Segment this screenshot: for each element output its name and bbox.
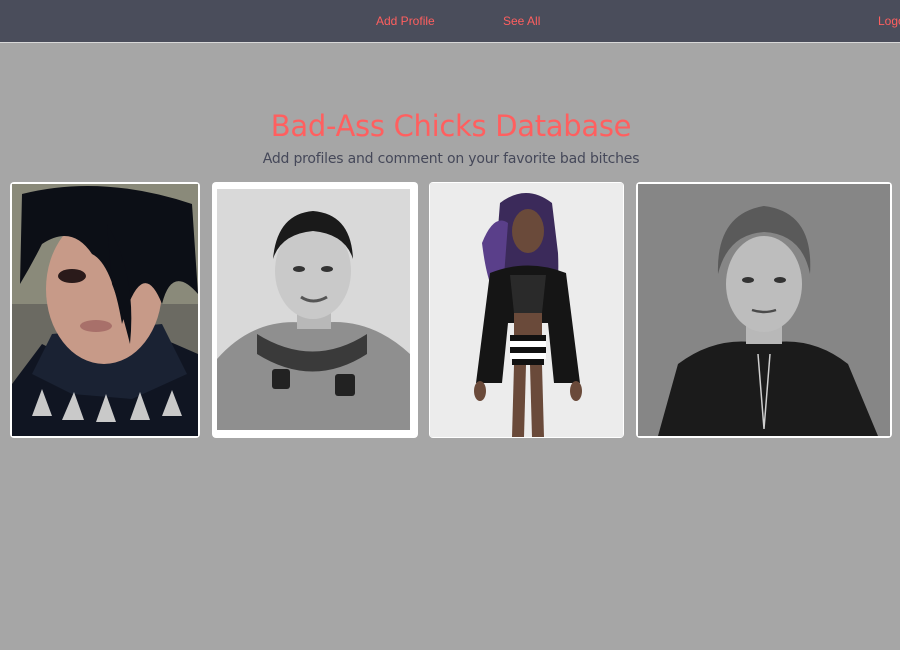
profile-card[interactable] xyxy=(10,182,200,438)
profile-card[interactable] xyxy=(636,182,892,438)
profile-card[interactable] xyxy=(429,182,624,438)
profile-card[interactable] xyxy=(212,182,418,438)
add-profile-link[interactable]: Add Profile xyxy=(376,14,435,28)
profile-photo[interactable] xyxy=(638,184,890,436)
see-all-link[interactable]: See All xyxy=(503,14,540,28)
profile-photo[interactable] xyxy=(12,184,198,436)
top-navbar: Add Profile See All Logo xyxy=(0,0,900,43)
page-title: Bad-Ass Chicks Database xyxy=(270,109,632,143)
profile-photo[interactable] xyxy=(217,189,410,430)
logout-link[interactable]: Logo xyxy=(878,14,900,28)
page-subtitle: Add profiles and comment on your favorit… xyxy=(262,151,640,167)
profile-photo[interactable] xyxy=(430,183,623,437)
